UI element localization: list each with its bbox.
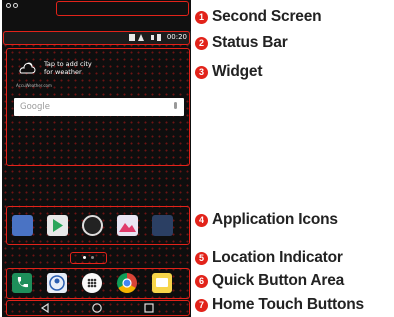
second-screen-outline <box>56 1 189 16</box>
callout-quick-button-area: 6 Quick Button Area <box>195 271 344 291</box>
callout-number: 6 <box>195 274 208 288</box>
callout-label: Quick Button Area <box>212 272 345 289</box>
callout-second-screen: 1 Second Screen <box>195 7 322 27</box>
callout-number: 7 <box>195 298 208 312</box>
callout-location-indicator: 5 Location Indicator <box>195 248 343 268</box>
callout-home-touch-buttons: 7 Home Touch Buttons <box>195 295 364 315</box>
widget-outline <box>6 48 190 166</box>
callout-label: Widget <box>212 63 263 80</box>
callout-number: 5 <box>195 251 208 265</box>
callout-application-icons: 4 Application Icons <box>195 210 338 230</box>
home-touch-buttons-outline <box>6 300 190 316</box>
callout-number: 3 <box>195 65 208 79</box>
callout-label: Location Indicator <box>212 249 343 266</box>
callout-label: Status Bar <box>212 34 288 51</box>
callout-label: Second Screen <box>212 8 322 25</box>
callout-label: Application Icons <box>212 211 338 228</box>
callout-number: 2 <box>195 36 208 50</box>
application-icons-outline <box>6 206 190 245</box>
status-bar-outline <box>3 31 190 45</box>
camera-dot-icon <box>6 3 11 8</box>
location-indicator-outline <box>70 252 107 264</box>
sensor-dot-icon <box>13 3 18 8</box>
callout-number: 4 <box>195 213 208 227</box>
phone-screen: 00:20 Tap to add city for weather AccuWe… <box>2 0 191 317</box>
callout-number: 1 <box>195 10 208 24</box>
callout-status-bar: 2 Status Bar <box>195 33 288 53</box>
callout-widget: 3 Widget <box>195 62 263 82</box>
quick-button-area-outline <box>6 268 190 299</box>
callout-label: Home Touch Buttons <box>212 296 364 313</box>
